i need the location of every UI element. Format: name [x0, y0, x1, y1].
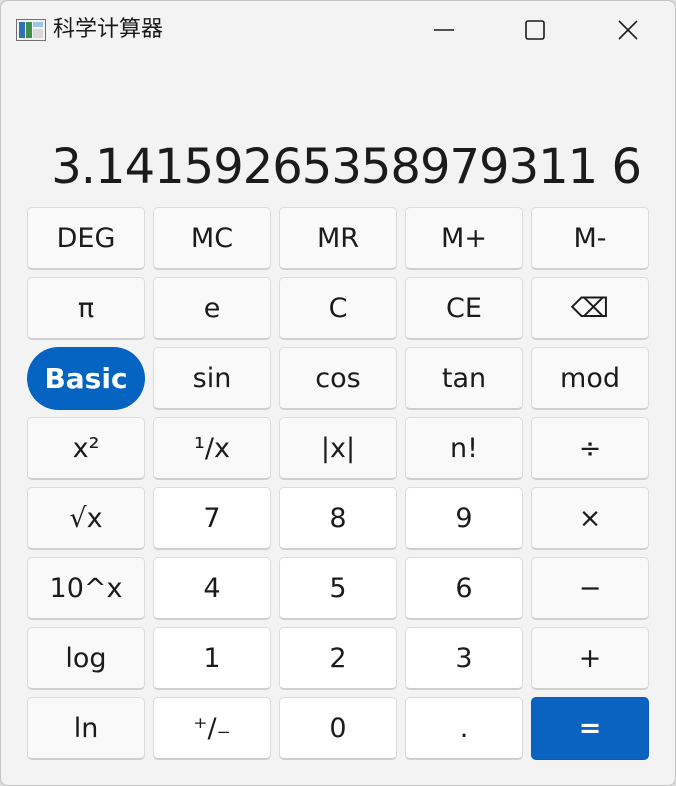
- reciprocal-button[interactable]: ¹/x: [153, 417, 271, 480]
- close-button[interactable]: [583, 1, 673, 59]
- digit-5-button[interactable]: 5: [279, 557, 397, 620]
- minimize-icon: [434, 29, 454, 31]
- digit-9-button[interactable]: 9: [405, 487, 523, 550]
- negate-button[interactable]: ⁺/₋: [153, 697, 271, 760]
- sin-button[interactable]: sin: [153, 347, 271, 410]
- digit-4-button[interactable]: 4: [153, 557, 271, 620]
- memory-add-button[interactable]: M+: [405, 207, 523, 270]
- clear-button[interactable]: C: [279, 277, 397, 340]
- subtract-button[interactable]: −: [531, 557, 649, 620]
- cos-button[interactable]: cos: [279, 347, 397, 410]
- digit-6-button[interactable]: 6: [405, 557, 523, 620]
- calculator-app-icon: [16, 19, 46, 41]
- digit-1-button[interactable]: 1: [153, 627, 271, 690]
- log-button[interactable]: log: [27, 627, 145, 690]
- deg-button[interactable]: DEG: [27, 207, 145, 270]
- memory-subtract-button[interactable]: M-: [531, 207, 649, 270]
- square-root-button[interactable]: √x: [27, 487, 145, 550]
- euler-button[interactable]: e: [153, 277, 271, 340]
- maximize-button[interactable]: [490, 1, 580, 59]
- minimize-button[interactable]: [399, 1, 489, 59]
- result-display: 3.14159265358979311 6: [51, 139, 642, 195]
- divide-button[interactable]: ÷: [531, 417, 649, 480]
- digit-0-button[interactable]: 0: [279, 697, 397, 760]
- title-bar[interactable]: 科学计算器: [1, 1, 675, 59]
- digit-7-button[interactable]: 7: [153, 487, 271, 550]
- backspace-button[interactable]: ⌫: [531, 277, 649, 340]
- power-of-ten-button[interactable]: 10^x: [27, 557, 145, 620]
- multiply-button[interactable]: ×: [531, 487, 649, 550]
- absolute-button[interactable]: |x|: [279, 417, 397, 480]
- add-button[interactable]: +: [531, 627, 649, 690]
- factorial-button[interactable]: n!: [405, 417, 523, 480]
- digit-3-button[interactable]: 3: [405, 627, 523, 690]
- square-button[interactable]: x²: [27, 417, 145, 480]
- keypad: DEG MC MR M+ M- π e C CE ⌫ Basic sin cos…: [27, 207, 651, 761]
- pi-button[interactable]: π: [27, 277, 145, 340]
- close-icon: [618, 20, 638, 40]
- decimal-point-button[interactable]: .: [405, 697, 523, 760]
- tan-button[interactable]: tan: [405, 347, 523, 410]
- basic-mode-button[interactable]: Basic: [27, 347, 145, 410]
- memory-recall-button[interactable]: MR: [279, 207, 397, 270]
- mod-button[interactable]: mod: [531, 347, 649, 410]
- digit-2-button[interactable]: 2: [279, 627, 397, 690]
- natural-log-button[interactable]: ln: [27, 697, 145, 760]
- clear-entry-button[interactable]: CE: [405, 277, 523, 340]
- digit-8-button[interactable]: 8: [279, 487, 397, 550]
- memory-clear-button[interactable]: MC: [153, 207, 271, 270]
- calculator-window: 科学计算器 3.14159265358979311 6 DEG MC MR M+…: [0, 0, 676, 786]
- window-title: 科学计算器: [53, 17, 164, 42]
- maximize-icon: [525, 20, 545, 40]
- equals-button[interactable]: =: [531, 697, 649, 760]
